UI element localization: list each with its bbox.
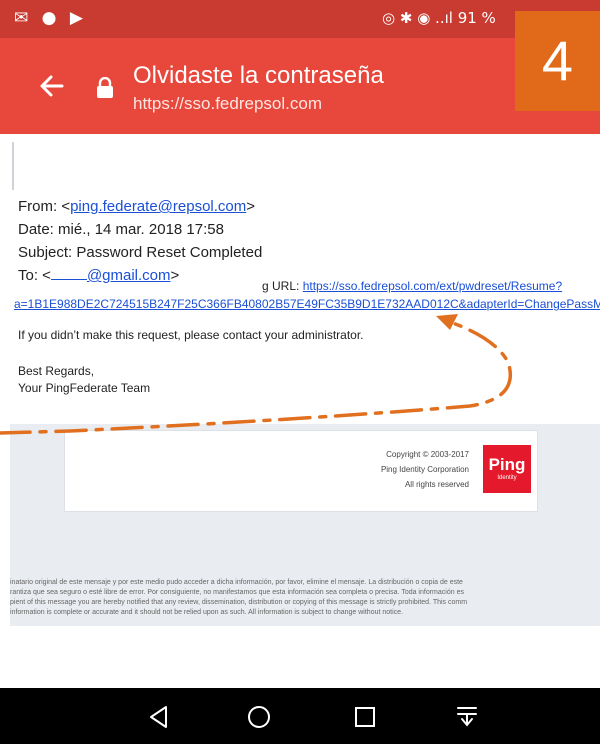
nav-notifications-icon[interactable] (454, 704, 480, 730)
team-name: Your PingFederate Team (18, 381, 151, 395)
page-title: Olvidaste la contraseña (133, 62, 384, 89)
nav-back-icon[interactable] (146, 704, 172, 730)
redacted-username (50, 279, 87, 280)
ping-identity-logo: Ping Identity (483, 445, 531, 493)
nav-recents-icon[interactable] (352, 704, 378, 730)
signature: Best Regards, Your PingFederate Team (18, 363, 150, 397)
resume-url-line: g URL: https://sso.fedrepsol.com/ext/pwd… (262, 279, 563, 293)
quote-bar (12, 142, 14, 190)
status-right-icons: ◎ ✱ ◉ ..ıl 91 % (382, 9, 496, 27)
resume-url-link[interactable]: https://sso.fedrepsol.com/ext/pwdreset/R… (303, 279, 562, 293)
disclaimer-line: inatario original de este mensaje y por … (10, 579, 463, 586)
step-number-badge: 4 (515, 11, 600, 111)
resume-url-link-continued[interactable]: a=1B1E988DE2C724515B247F25C366FB40802B57… (14, 297, 600, 311)
back-arrow-icon[interactable] (34, 68, 70, 104)
nav-home-icon[interactable] (246, 704, 272, 730)
status-bar: ✉ ● ▶ ◎ ✱ ◉ ..ıl 91 % (0, 0, 600, 38)
copyright-text: Copyright © 2003-2017 Ping Identity Corp… (380, 450, 469, 489)
page-url[interactable]: https://sso.fedrepsol.com (133, 94, 322, 114)
lock-icon (97, 77, 113, 98)
navigation-bar (0, 688, 600, 744)
resume-url-continued: a=1B1E988DE2C724515B247F25C366FB40802B57… (14, 297, 600, 311)
copyright-card: Copyright © 2003-2017 Ping Identity Corp… (64, 430, 538, 512)
email-to-line: To: < @gmail.com> (18, 267, 180, 284)
legal-disclaimer: inatario original de este mensaje y por … (10, 578, 600, 618)
regards-line: Best Regards, (18, 364, 95, 378)
app-bar: Olvidaste la contraseña https://sso.fedr… (0, 38, 600, 134)
status-left-icons: ✉ ● ▶ (14, 8, 87, 28)
to-address-link[interactable]: @gmail.com (50, 267, 171, 284)
battery-level: 91 % (457, 9, 496, 27)
email-subject: Subject: Password Reset Completed (18, 244, 263, 261)
disclaimer-line: rantiza que sea seguro o esté libre de e… (10, 589, 464, 596)
disclaimer-line: pient of this message you are hereby not… (10, 599, 468, 606)
email-date: Date: mié., 14 mar. 2018 17:58 (18, 221, 224, 238)
email-from-line: From: <ping.federate@repsol.com> (18, 198, 256, 215)
email-header: From: <ping.federate@repsol.com> Date: m… (18, 195, 262, 287)
status-indicator-icons: ◎ ✱ ◉ ..ıl (382, 9, 453, 27)
from-address-link[interactable]: ping.federate@repsol.com (70, 198, 246, 215)
contact-admin-text: If you didn’t make this request, please … (18, 328, 364, 342)
disclaimer-line: information is complete or accurate and … (10, 609, 404, 616)
